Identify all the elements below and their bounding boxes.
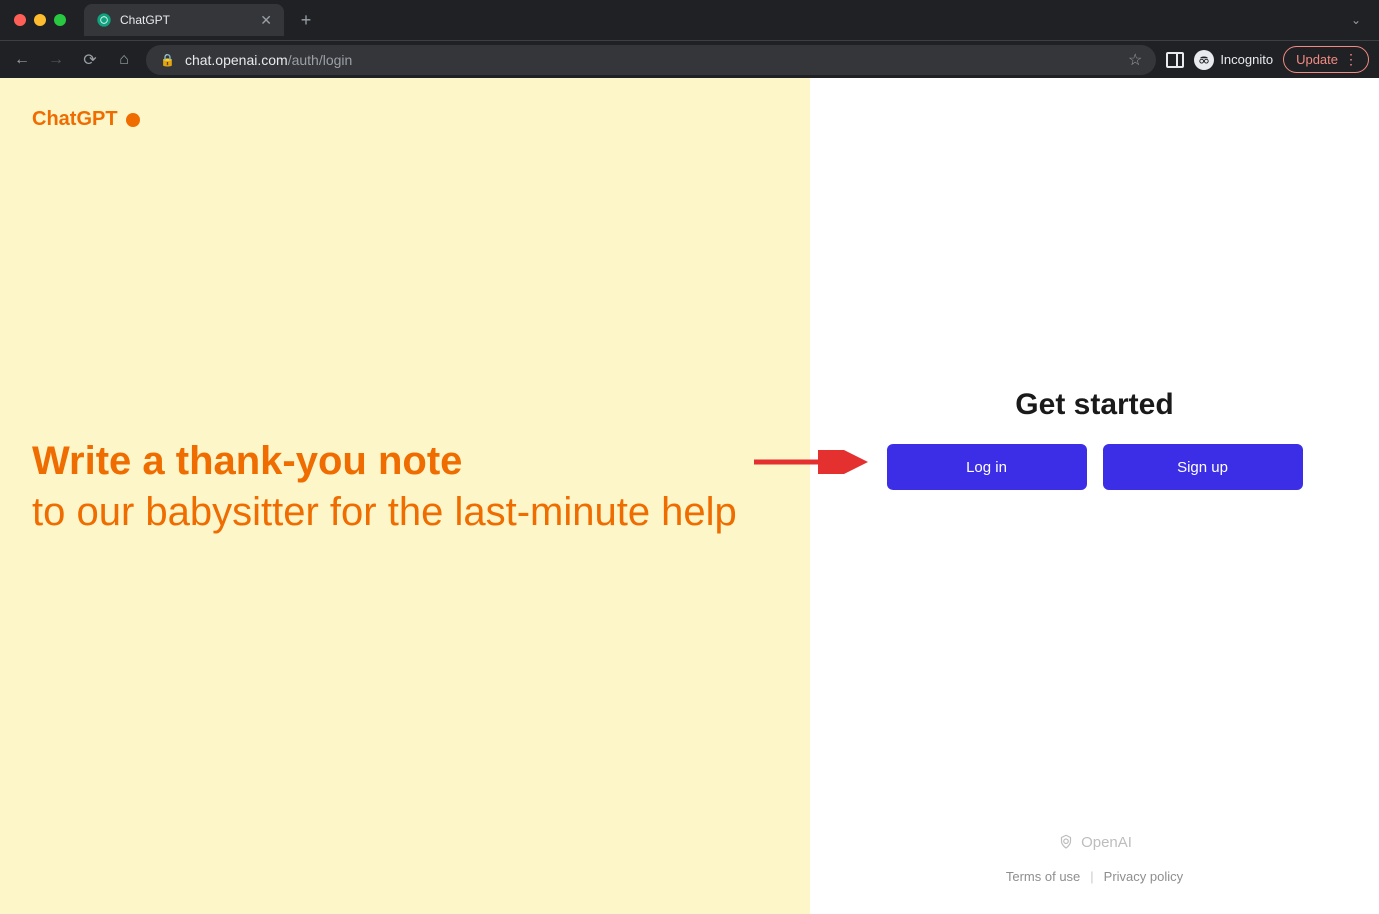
privacy-link[interactable]: Privacy policy [1104, 869, 1183, 884]
signup-button[interactable]: Sign up [1103, 444, 1303, 490]
address-bar[interactable]: 🔒 chat.openai.com/auth/login ☆ [146, 45, 1156, 75]
reload-button[interactable]: ⟳ [78, 48, 102, 72]
url-text: chat.openai.com/auth/login [185, 52, 352, 68]
incognito-label: Incognito [1220, 52, 1273, 67]
prompt-headline: Write a thank-you note [32, 438, 770, 484]
home-button[interactable]: ⌂ [112, 48, 136, 72]
browser-chrome: ChatGPT ✕ + ⌄ ← → ⟳ ⌂ 🔒 chat.openai.com/… [0, 0, 1379, 78]
get-started-heading: Get started [1015, 388, 1173, 422]
incognito-icon [1194, 50, 1214, 70]
brand-name: ChatGPT [32, 108, 118, 131]
left-pane: ChatGPT Write a thank-you note to our ba… [0, 78, 810, 914]
brand-logo: ChatGPT [32, 108, 778, 131]
close-tab-icon[interactable]: ✕ [260, 12, 272, 29]
openai-name: OpenAI [1081, 834, 1132, 851]
back-button[interactable]: ← [10, 48, 34, 72]
update-label: Update [1296, 52, 1338, 67]
lock-icon: 🔒 [160, 53, 175, 67]
chatgpt-favicon-icon [96, 12, 112, 28]
openai-mark-icon [1057, 833, 1075, 851]
footer-links: Terms of use | Privacy policy [1006, 869, 1183, 884]
page-content: ChatGPT Write a thank-you note to our ba… [0, 78, 1379, 914]
url-path: /auth/login [288, 52, 353, 68]
update-button[interactable]: Update ⋮ [1283, 46, 1369, 73]
login-button[interactable]: Log in [887, 444, 1087, 490]
tab-strip: ChatGPT ✕ + ⌄ [0, 0, 1379, 40]
tab-overflow-chevron-icon[interactable]: ⌄ [1343, 7, 1369, 33]
footer: OpenAI Terms of use | Privacy policy [810, 833, 1379, 884]
minimize-window-button[interactable] [34, 14, 46, 26]
window-controls [14, 14, 66, 26]
forward-button[interactable]: → [44, 48, 68, 72]
tab-title: ChatGPT [120, 13, 252, 27]
footer-divider: | [1090, 869, 1093, 884]
maximize-window-button[interactable] [54, 14, 66, 26]
right-pane: Get started Log in Sign up OpenAI Terms … [810, 78, 1379, 914]
browser-toolbar: ← → ⟳ ⌂ 🔒 chat.openai.com/auth/login ☆ I… [0, 40, 1379, 78]
toolbar-right-controls: Incognito Update ⋮ [1166, 46, 1369, 73]
prompt-subline: to our babysitter for the last-minute he… [32, 488, 770, 536]
close-window-button[interactable] [14, 14, 26, 26]
brand-dot-icon [126, 113, 140, 127]
menu-kebab-icon[interactable]: ⋮ [1344, 51, 1358, 68]
new-tab-button[interactable]: + [292, 6, 320, 34]
side-panel-icon[interactable] [1166, 52, 1184, 68]
bookmark-star-icon[interactable]: ☆ [1128, 50, 1142, 70]
example-prompt: Write a thank-you note to our babysitter… [32, 438, 770, 536]
incognito-indicator[interactable]: Incognito [1194, 50, 1273, 70]
terms-link[interactable]: Terms of use [1006, 869, 1080, 884]
browser-tab[interactable]: ChatGPT ✕ [84, 4, 284, 36]
openai-logo: OpenAI [1057, 833, 1132, 851]
auth-button-row: Log in Sign up [887, 444, 1303, 490]
url-host: chat.openai.com [185, 52, 288, 68]
